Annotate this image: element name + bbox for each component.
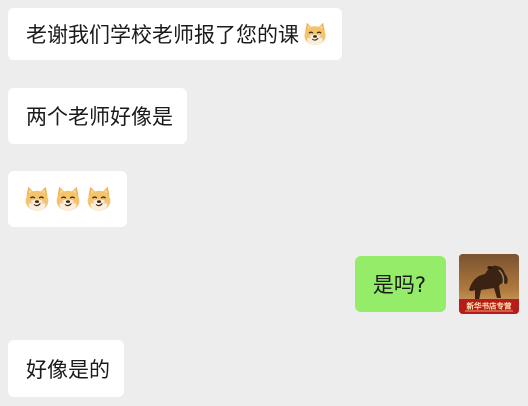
message-text-1: 老谢我们学校老师报了您的课 [26, 23, 299, 47]
message-bubble-2[interactable]: 两个老师好像是 [8, 88, 187, 144]
horse-painting-avatar-icon: 新华书店专营 [459, 254, 519, 314]
message-bubble-1[interactable]: 老谢我们学校老师报了您的课 [8, 8, 342, 60]
doge-emoji-icon [54, 185, 82, 213]
message-text-2: 两个老师好像是 [26, 105, 173, 129]
message-bubble-3[interactable] [8, 171, 127, 227]
doge-emoji-icon [85, 185, 113, 213]
message-text-5: 好像是的 [26, 357, 110, 382]
message-bubble-4[interactable]: 是吗? [354, 256, 446, 312]
avatar[interactable]: 新华书店专营 [459, 254, 519, 314]
doge-emoji-icon [23, 185, 51, 213]
message-bubble-5[interactable]: 好像是的 [8, 340, 124, 397]
message-text-4: 是吗? [372, 273, 426, 297]
doge-emoji-icon [302, 21, 328, 47]
avatar-caption: 新华书店专营 [467, 301, 512, 311]
